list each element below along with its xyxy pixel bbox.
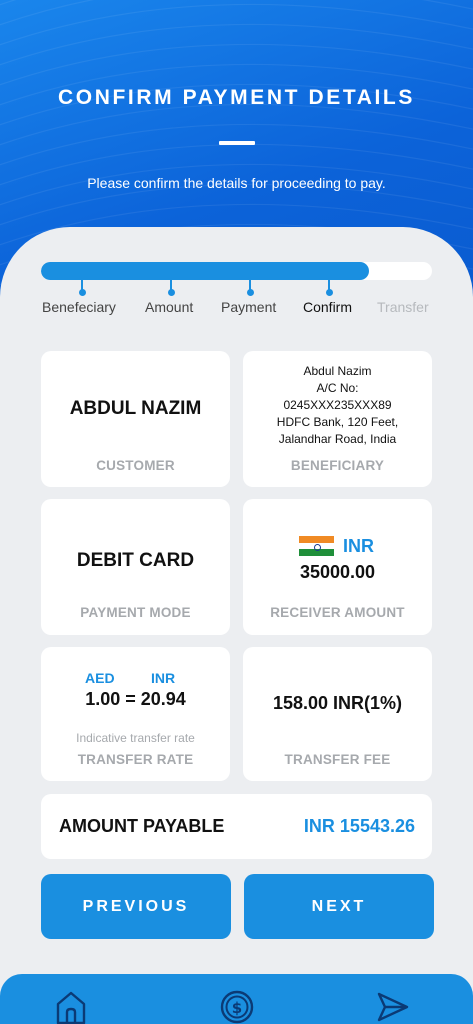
beneficiary-card: Abdul Nazim A/C No: 0245XXX235XXX89 HDFC… <box>243 351 432 487</box>
rate-to-currency: INR <box>151 670 176 686</box>
beneficiary-details: Abdul Nazim A/C No: 0245XXX235XXX89 HDFC… <box>243 363 432 448</box>
receiver-currency: INR <box>343 536 374 556</box>
customer-name: ABDUL NAZIM <box>69 398 202 419</box>
amount-payable-card: AMOUNT PAYABLE INR 15543.26 <box>41 794 432 859</box>
svg-text:$: $ <box>232 999 242 1017</box>
title-underline <box>219 141 255 145</box>
step-payment[interactable]: Payment <box>221 299 276 315</box>
send-icon[interactable] <box>376 990 410 1024</box>
page-subtitle: Please confirm the details for proceedin… <box>87 175 386 191</box>
rate-note: Indicative transfer rate <box>76 731 195 745</box>
step-marker-dot <box>168 289 175 296</box>
receiver-amount-value: 35000.00 <box>299 562 376 582</box>
step-marker-dot <box>79 289 86 296</box>
next-button[interactable]: NEXT <box>244 874 434 939</box>
india-flag-icon <box>299 536 334 556</box>
step-transfer: Transfer <box>377 299 429 315</box>
payment-mode-card: DEBIT CARD PAYMENT MODE <box>41 499 230 635</box>
beneficiary-account-label: A/C No: <box>316 381 359 395</box>
step-marker-dot <box>247 289 254 296</box>
dollar-coin-icon[interactable]: $ <box>220 990 254 1024</box>
amount-payable-label: AMOUNT PAYABLE <box>59 816 225 836</box>
transfer-fee-card: 158.00 INR(1%) TRANSFER FEE <box>243 647 432 781</box>
bottom-nav: $ <box>0 974 473 1024</box>
progress-fill <box>41 262 370 280</box>
customer-caption: CUSTOMER <box>96 458 175 473</box>
page-title: CONFIRM PAYMENT DETAILS <box>58 86 415 109</box>
progress-bar <box>41 262 432 280</box>
transfer-fee-value: 158.00 INR(1%) <box>272 693 403 713</box>
beneficiary-bank: HDFC Bank, 120 Feet, <box>276 415 399 429</box>
previous-button[interactable]: PREVIOUS <box>41 874 231 939</box>
rate-value: 1.00 = 20.94 <box>85 689 186 709</box>
transfer-fee-caption: TRANSFER FEE <box>284 752 391 767</box>
amount-payable-value: INR 15543.26 <box>303 816 415 836</box>
beneficiary-caption: BENEFICIARY <box>290 458 385 473</box>
step-amount[interactable]: Amount <box>145 299 193 315</box>
payment-mode-caption: PAYMENT MODE <box>80 605 191 620</box>
receiver-amount-card: INR 35000.00 RECEIVER AMOUNT <box>243 499 432 635</box>
beneficiary-address: Jalandhar Road, India <box>278 432 397 446</box>
transfer-rate-card: AED INR 1.00 = 20.94 Indicative transfer… <box>41 647 230 781</box>
step-beneficiary[interactable]: Benefeciary <box>42 299 116 315</box>
payment-mode-value: DEBIT CARD <box>76 550 195 571</box>
receiver-amount-caption: RECEIVER AMOUNT <box>270 605 405 620</box>
rate-from-currency: AED <box>85 670 115 686</box>
customer-card: ABDUL NAZIM CUSTOMER <box>41 351 230 487</box>
step-marker-dot <box>326 289 333 296</box>
step-confirm[interactable]: Confirm <box>303 299 352 315</box>
transfer-rate-caption: TRANSFER RATE <box>77 752 194 767</box>
home-icon[interactable] <box>55 990 87 1024</box>
beneficiary-account-number: 0245XXX235XXX89 <box>283 398 392 412</box>
beneficiary-name: Abdul Nazim <box>303 364 372 378</box>
